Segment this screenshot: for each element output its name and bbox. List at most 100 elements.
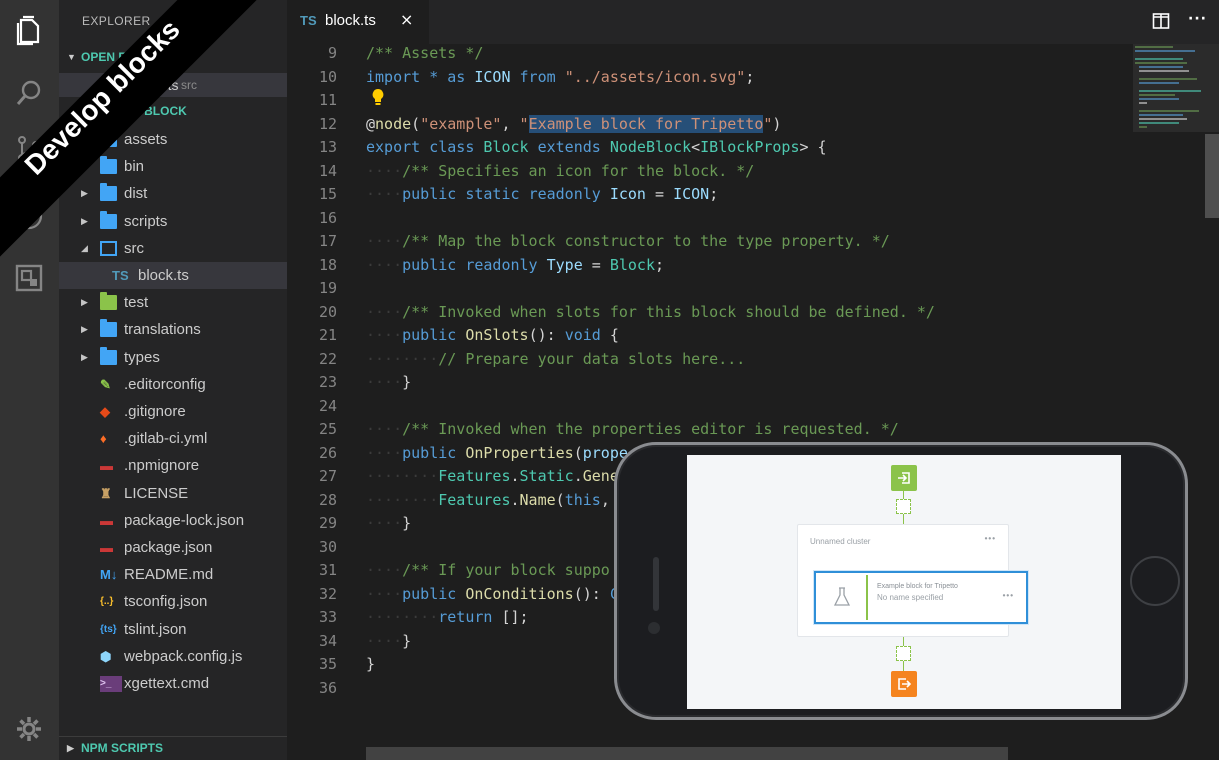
- tree-item[interactable]: {..} tsconfig.json: [59, 588, 287, 615]
- connector-node[interactable]: [896, 646, 911, 661]
- exit-node[interactable]: [891, 671, 917, 697]
- chevron-right-icon: ▶: [81, 215, 88, 226]
- tree-item-label: src: [124, 239, 144, 257]
- tree-item[interactable]: ▶ types: [59, 344, 287, 371]
- line-number: 21: [318, 326, 337, 344]
- npm-icon: ▬: [100, 512, 113, 528]
- horizontal-scrollbar[interactable]: [366, 747, 1008, 760]
- tree-item-label: tsconfig.json: [124, 593, 208, 611]
- typescript-icon: TS: [112, 268, 129, 283]
- tree-item[interactable]: ♜ LICENSE: [59, 480, 287, 507]
- line-number: 9: [327, 44, 337, 62]
- tree-item[interactable]: >_ xgettext.cmd: [59, 670, 287, 697]
- project-section[interactable]: ▼ TRIPETTO-BLOCK: [59, 100, 287, 122]
- tree-item[interactable]: ▬ .npmignore: [59, 452, 287, 479]
- tree-item[interactable]: ◆ .gitignore: [59, 398, 287, 425]
- vertical-scrollbar[interactable]: [1205, 134, 1219, 218]
- tree-item-label: block.ts: [138, 267, 189, 284]
- code-line: ····/** Map the block constructor to the…: [366, 232, 890, 250]
- more-actions-icon[interactable]: ···: [1188, 11, 1207, 27]
- block-title: Example block for Tripetto: [877, 583, 958, 590]
- split-editor-icon[interactable]: [1152, 12, 1170, 34]
- tree-item[interactable]: ⬢ webpack.config.js: [59, 643, 287, 670]
- tree-item[interactable]: ✎ .editorconfig: [59, 371, 287, 398]
- extensions-icon[interactable]: [13, 262, 45, 294]
- exit-icon: [898, 678, 912, 690]
- tree-item[interactable]: ▶ assets: [59, 126, 287, 153]
- line-number: 12: [318, 114, 337, 133]
- open-editor-filename: block.ts: [131, 77, 179, 93]
- tree-item[interactable]: ▶ dist: [59, 180, 287, 207]
- phone-home-button: [1130, 556, 1180, 606]
- tree-item[interactable]: ▶ scripts: [59, 208, 287, 235]
- source-control-icon[interactable]: [13, 133, 45, 165]
- chevron-down-icon: ▼: [67, 52, 76, 62]
- close-icon[interactable]: ×: [400, 10, 413, 29]
- tree-item[interactable]: M↓ README.md: [59, 561, 287, 588]
- code-line: ····}: [366, 514, 412, 532]
- activity-bar: [0, 0, 59, 760]
- tree-item[interactable]: {ts} tslint.json: [59, 616, 287, 643]
- chevron-right-icon: ▶: [81, 161, 88, 172]
- line-number: 30: [318, 537, 337, 556]
- search-icon[interactable]: [13, 77, 45, 109]
- license-icon: ♜: [100, 485, 112, 501]
- tree-item[interactable]: ▶ bin: [59, 153, 287, 180]
- phone-camera: [648, 622, 660, 634]
- tree-item-label: tslint.json: [124, 620, 187, 638]
- tree-item[interactable]: ◢ src: [59, 235, 287, 262]
- phone-screen: Unnamed cluster ••• Example block for Tr…: [687, 455, 1121, 709]
- block-card[interactable]: Example block for Tripetto No name speci…: [814, 571, 1028, 624]
- block-subtitle: No name specified: [877, 593, 944, 602]
- tree-item[interactable]: ♦ .gitlab-ci.yml: [59, 425, 287, 452]
- code-line: ····public OnProperties(prope: [366, 443, 628, 462]
- block-menu-icon[interactable]: •••: [1003, 591, 1014, 600]
- phone-mockup: Unnamed cluster ••• Example block for Tr…: [614, 442, 1188, 720]
- debug-icon[interactable]: [13, 200, 45, 232]
- tree-item[interactable]: ▬ package.json: [59, 534, 287, 561]
- tree-item-label: package.json: [124, 539, 213, 556]
- open-editors-section[interactable]: ▼ OPEN EDITORS: [59, 46, 287, 68]
- tab-block-ts[interactable]: TS block.ts ×: [287, 0, 429, 44]
- code-line: ····public OnSlots(): void {: [366, 326, 619, 344]
- tree-item[interactable]: ▬ package-lock.json: [59, 507, 287, 534]
- code-line: export class Block extends NodeBlock<IBl…: [366, 138, 827, 156]
- chevron-right-icon: ▶: [81, 351, 88, 362]
- editorconfig-icon: ✎: [100, 376, 111, 392]
- code-line: ····/** Specifies an icon for the block.…: [366, 161, 755, 180]
- line-number: 33: [318, 608, 337, 626]
- line-number: 19: [318, 279, 337, 297]
- chevron-right-icon: ▶: [81, 324, 88, 335]
- folder-icon: [100, 129, 117, 147]
- line-number: 14: [318, 161, 337, 180]
- line-number: 16: [318, 208, 337, 227]
- open-editor-dir: src: [181, 78, 197, 92]
- tree-item[interactable]: ▶ translations: [59, 316, 287, 343]
- markdown-icon: M↓: [100, 567, 118, 583]
- npm-icon: ▬: [100, 540, 113, 555]
- line-number: 13: [318, 138, 337, 156]
- flask-icon: [833, 586, 851, 612]
- npm-scripts-section[interactable]: ▶ NPM SCRIPTS: [59, 736, 287, 758]
- line-number: 35: [318, 655, 337, 673]
- tree-item[interactable]: TS block.ts: [59, 262, 287, 289]
- line-number: 20: [318, 302, 337, 321]
- settings-gear-icon[interactable]: [13, 713, 45, 745]
- files-icon[interactable]: [13, 14, 45, 46]
- tree-item-label: dist: [124, 185, 148, 203]
- line-number: 15: [318, 185, 337, 203]
- tree-item-label: scripts: [124, 212, 168, 230]
- line-number: 31: [318, 561, 337, 579]
- connector-node[interactable]: [896, 499, 911, 514]
- json-icon: {..}: [100, 596, 114, 608]
- chevron-down-icon: ◢: [81, 242, 88, 253]
- tslint-icon: {ts}: [100, 623, 117, 635]
- code-line: @node("example", "Example block for Trip…: [366, 114, 782, 133]
- tree-item[interactable]: ▶ test: [59, 289, 287, 316]
- entry-node[interactable]: [891, 465, 917, 491]
- cluster-menu-icon[interactable]: •••: [985, 534, 996, 543]
- open-editor-item[interactable]: TS block.ts src: [59, 73, 287, 97]
- tree-item-label: test: [124, 294, 149, 312]
- lightbulb-icon[interactable]: [371, 88, 385, 110]
- line-number: 11: [318, 91, 337, 109]
